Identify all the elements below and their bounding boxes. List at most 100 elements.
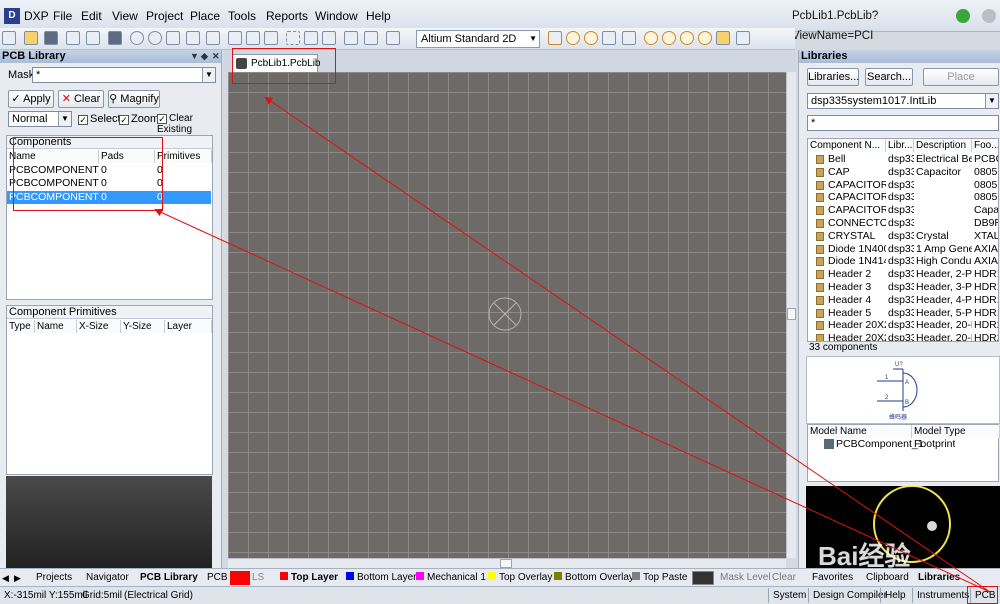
full-circle-icon[interactable] (698, 31, 712, 45)
library-row-lib[interactable]: dsp335 (886, 294, 914, 307)
library-row-lib[interactable]: dsp335 (886, 179, 914, 192)
layer-set-ls[interactable]: LS (252, 571, 264, 585)
library-row-lib[interactable]: dsp335 (886, 255, 914, 268)
library-row-name[interactable]: Header 2 (826, 268, 886, 281)
line-tool-icon[interactable] (548, 31, 562, 45)
library-row-footprint[interactable]: PCBCo (972, 153, 998, 166)
forward-icon[interactable] (982, 9, 996, 23)
print-icon[interactable] (66, 31, 80, 45)
print-preview-icon[interactable] (86, 31, 100, 45)
column-model-type[interactable]: Model Type (912, 425, 1000, 438)
library-row-footprint[interactable]: DB9RA (972, 217, 998, 230)
column-description[interactable]: Description (914, 139, 972, 152)
array-paste-icon[interactable] (736, 31, 750, 45)
menu-view[interactable]: View (112, 9, 138, 23)
library-row-name[interactable]: Header 20X2 (826, 332, 886, 341)
paste-icon[interactable] (264, 31, 278, 45)
pcb-editor-canvas[interactable] (228, 72, 786, 558)
dxp-logo-icon[interactable]: D (4, 8, 20, 24)
open-folder-icon[interactable] (24, 31, 38, 45)
status-instruments-button[interactable]: Instruments (912, 588, 973, 603)
column-type[interactable]: Type (7, 320, 35, 333)
library-row-name[interactable]: Diode 1N400 (826, 243, 886, 256)
library-row-footprint[interactable]: 0805 (972, 179, 998, 192)
panel-tab-navigator[interactable]: Navigator (86, 571, 129, 585)
zoom-in-icon[interactable] (130, 31, 144, 45)
library-row-desc[interactable]: Crystal (914, 230, 972, 243)
clear-existing-checkbox[interactable]: ✓ Clear Existing (157, 113, 221, 135)
panel-tab-pcb[interactable]: PCB (207, 571, 228, 585)
library-row-name[interactable]: Bell (826, 153, 886, 166)
layer-stack-icon[interactable] (108, 31, 122, 45)
filter-mode-select[interactable]: Normal ▼ (8, 111, 72, 127)
library-row-name[interactable]: Header 20X2 (826, 319, 886, 332)
new-file-icon[interactable] (2, 31, 16, 45)
place-button[interactable]: Place (923, 68, 999, 86)
chevron-down-icon[interactable]: ▼ (58, 112, 71, 126)
library-row-lib[interactable]: dsp335 (886, 191, 914, 204)
menu-dxp[interactable]: DXP (24, 9, 49, 23)
column-layer[interactable]: Layer (165, 320, 212, 333)
select-checkbox[interactable]: ✓ Select (78, 113, 121, 125)
column-footprint[interactable]: Foo... (972, 139, 998, 152)
layer-tab-bottom-overlay[interactable]: Bottom Overlay (554, 571, 634, 585)
library-row-footprint[interactable]: AXIAL- (972, 255, 998, 268)
copy-icon[interactable] (246, 31, 260, 45)
layer-tab-top-layer[interactable]: Top Layer (280, 571, 338, 585)
library-row-name[interactable]: CRYSTAL (826, 230, 886, 243)
clear-mask-button[interactable]: Clear (772, 571, 796, 585)
menu-window[interactable]: Window (315, 9, 358, 23)
menu-tools[interactable]: Tools (228, 9, 256, 23)
column-y-size[interactable]: Y-Size (121, 320, 165, 333)
status-system-button[interactable]: System (768, 588, 810, 603)
library-row-lib[interactable]: dsp335 (886, 281, 914, 294)
library-row-footprint[interactable]: 0805 (972, 191, 998, 204)
scroll-right-icon[interactable]: ▶ (14, 571, 21, 585)
current-layer-swatch[interactable] (230, 571, 250, 585)
library-row-desc[interactable]: Header, 20-Pin (914, 319, 972, 332)
zoom-checkbox[interactable]: ✓ Zoom (119, 113, 159, 125)
component-filter-input[interactable]: * (807, 115, 999, 131)
grid-icon[interactable] (386, 31, 400, 45)
arc-center-icon[interactable] (644, 31, 658, 45)
vertical-scrollbar[interactable] (786, 72, 796, 558)
column-primitives[interactable]: Primitives (155, 150, 212, 163)
redo-icon[interactable] (364, 31, 378, 45)
column-name[interactable]: Name (35, 320, 77, 333)
model-type[interactable]: Footprint (912, 438, 955, 451)
cut-icon[interactable] (228, 31, 242, 45)
horizontal-scroll-thumb[interactable] (500, 559, 512, 568)
library-row-name[interactable]: CAPACITOR (826, 191, 886, 204)
library-row-desc[interactable]: Header, 3-Pin (914, 281, 972, 294)
column-library[interactable]: Libr... (886, 139, 914, 152)
menu-file[interactable]: File (53, 9, 72, 23)
zoom-out-icon[interactable] (148, 31, 162, 45)
fill-icon[interactable] (716, 31, 730, 45)
zoom-selected-icon[interactable] (206, 31, 220, 45)
libraries-button[interactable]: Libraries... (807, 68, 859, 86)
address-bar[interactable]: PcbLib1.PcbLib?ViewName=PCI (792, 6, 952, 42)
library-row-name[interactable]: CAPACITOR (826, 179, 886, 192)
panel-tab-projects[interactable]: Projects (36, 571, 72, 585)
layer-scroll-icon[interactable] (692, 571, 714, 585)
library-row-footprint[interactable]: HDR1X (972, 281, 998, 294)
library-row-lib[interactable]: dsp335 (886, 230, 914, 243)
library-row-name[interactable]: Diode 1N414 (826, 255, 886, 268)
library-row-desc[interactable]: 1 Amp General (914, 243, 972, 256)
panel-tab-clipboard[interactable]: Clipboard (866, 571, 909, 585)
library-row-footprint[interactable]: Capac (972, 204, 998, 217)
via-tool-icon[interactable] (584, 31, 598, 45)
arc-any-icon[interactable] (680, 31, 694, 45)
library-row-lib[interactable]: dsp335 (886, 217, 914, 230)
menu-project[interactable]: Project (146, 9, 183, 23)
layer-tab-top-overlay[interactable]: Top Overlay (488, 571, 552, 585)
menu-help[interactable]: Help (366, 9, 391, 23)
library-row-name[interactable]: Header 3 (826, 281, 886, 294)
library-row-desc[interactable]: Header, 4-Pin (914, 294, 972, 307)
apply-button[interactable]: ✓ Apply (8, 90, 54, 108)
layer-tab-mechanical-1[interactable]: Mechanical 1 (416, 571, 486, 585)
library-select[interactable]: dsp335system1017.IntLib ▼ (807, 93, 999, 109)
column-component-name[interactable]: Component N... (808, 139, 886, 152)
panel-tab-pcb-library[interactable]: PCB Library (140, 571, 198, 585)
column-model-name[interactable]: Model Name (808, 425, 912, 438)
